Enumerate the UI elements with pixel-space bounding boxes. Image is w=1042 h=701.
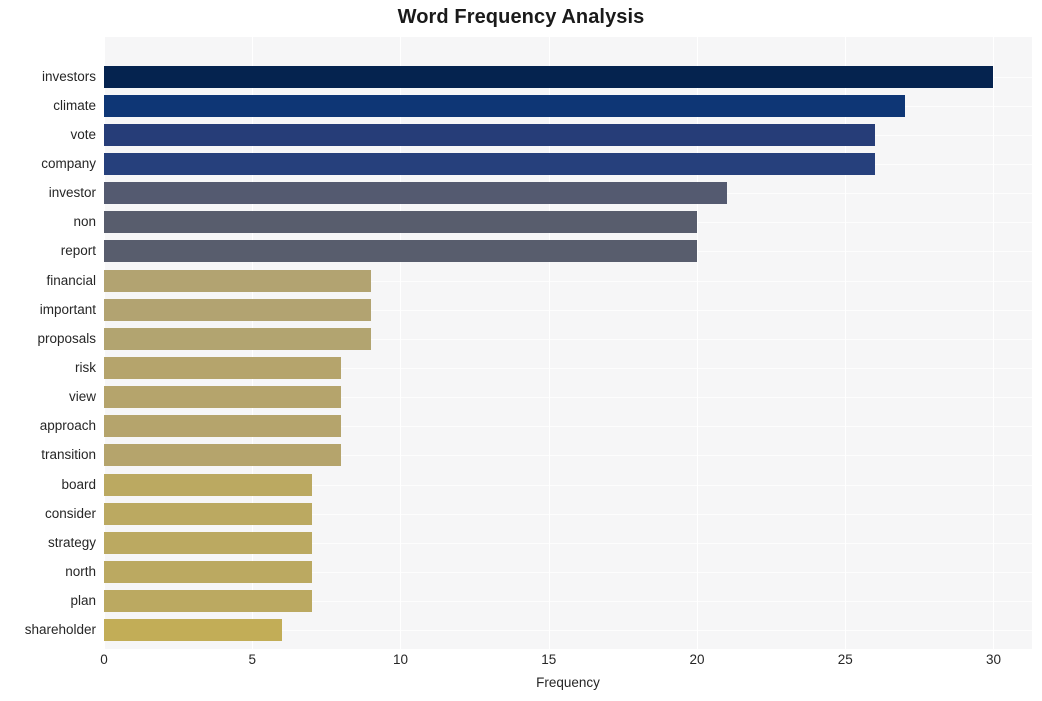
bar[interactable] (104, 386, 342, 408)
bars-layer (104, 37, 1032, 649)
y-tick-label: report (60, 243, 96, 258)
bar[interactable] (104, 182, 727, 204)
bar[interactable] (104, 532, 312, 554)
x-axis-tick-labels: 0 5 10 15 20 25 30 (100, 652, 1032, 672)
bar[interactable] (104, 240, 697, 262)
x-tick-label: 30 (985, 652, 1001, 667)
bar[interactable] (104, 95, 905, 117)
bar[interactable] (104, 124, 875, 146)
bar[interactable] (104, 561, 312, 583)
x-tick-label: 5 (248, 652, 256, 667)
y-tick-label: financial (46, 273, 96, 288)
y-tick-label: transition (41, 447, 96, 462)
bar[interactable] (104, 299, 371, 321)
bar[interactable] (104, 357, 342, 379)
chart-figure: Word Frequency Analysis investors climate… (0, 0, 1042, 701)
x-axis-title: Frequency (536, 675, 600, 690)
y-tick-label: important (39, 302, 96, 317)
y-tick-label: strategy (47, 535, 96, 550)
bar[interactable] (104, 474, 312, 496)
bar[interactable] (104, 211, 697, 233)
x-tick-label: 10 (392, 652, 408, 667)
bar[interactable] (104, 328, 371, 350)
x-tick-label: 20 (689, 652, 705, 667)
y-tick-label: north (65, 564, 96, 579)
y-tick-label: consider (44, 506, 96, 521)
y-tick-label: vote (70, 127, 96, 142)
y-tick-label: non (73, 214, 96, 229)
bar[interactable] (104, 590, 312, 612)
bar[interactable] (104, 66, 994, 88)
y-tick-label: investor (48, 185, 96, 200)
bar[interactable] (104, 619, 282, 641)
bar[interactable] (104, 270, 371, 292)
y-tick-label: company (41, 156, 96, 171)
y-tick-label: board (61, 477, 96, 492)
y-tick-label: proposals (37, 331, 96, 346)
y-tick-label: risk (75, 360, 96, 375)
bar[interactable] (104, 415, 342, 437)
y-tick-label: shareholder (24, 622, 96, 637)
bar[interactable] (104, 444, 342, 466)
y-tick-label: investors (41, 69, 96, 84)
x-tick-label: 0 (100, 652, 108, 667)
bar[interactable] (104, 503, 312, 525)
bar[interactable] (104, 153, 875, 175)
x-tick-label: 25 (837, 652, 853, 667)
y-tick-label: plan (70, 593, 96, 608)
y-axis-tick-labels: investors climate vote company investor non re… (0, 37, 96, 649)
y-tick-label: view (68, 389, 96, 404)
y-tick-label: approach (39, 418, 96, 433)
x-tick-label: 15 (541, 652, 557, 667)
chart-title: Word Frequency Analysis (397, 6, 645, 28)
y-tick-label: climate (53, 98, 96, 113)
